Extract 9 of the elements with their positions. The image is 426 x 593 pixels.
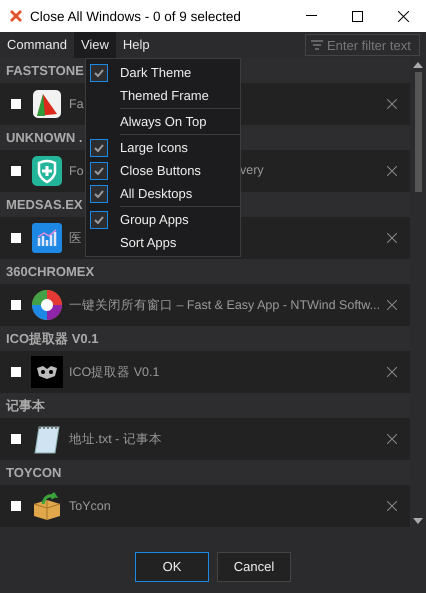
window-title: Fo xyxy=(69,164,84,178)
window-title: 一键关闭所有窗口 – Fast & Easy App - NTWind Softw... xyxy=(69,296,380,314)
window-title: ToYcon xyxy=(69,499,111,513)
window-title: 地址.txt - 记事本 xyxy=(69,430,162,448)
window-title: Close All Windows - 0 of 9 selected xyxy=(30,8,242,24)
window-title: ICO提取器 V0.1 xyxy=(69,364,160,380)
window-title: Fa xyxy=(69,97,84,111)
window-title: very xyxy=(240,163,264,177)
window-title: 医 xyxy=(69,230,82,246)
